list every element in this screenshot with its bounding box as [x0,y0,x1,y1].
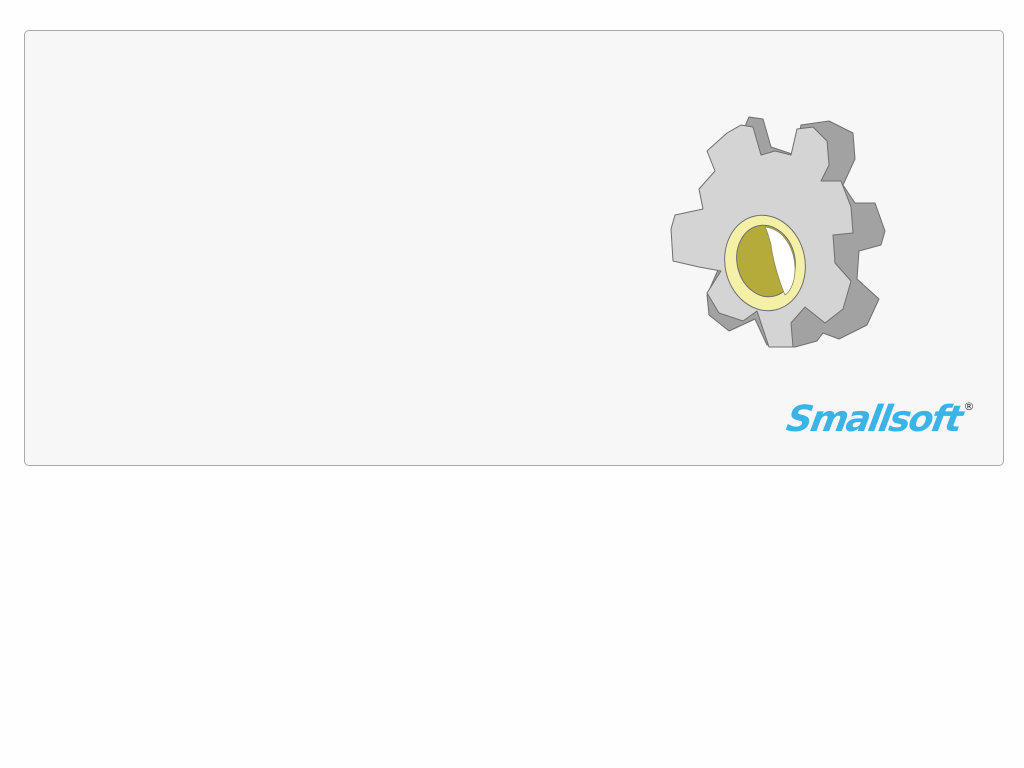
gear-icon [670,116,886,348]
splash-screen: Smallsoft ® [0,0,1024,768]
splash-panel: Smallsoft ® [24,30,1004,466]
brand-logo: Smallsoft ® [783,397,975,443]
brand-name: Smallsoft [783,399,965,440]
registered-mark: ® [963,400,975,413]
